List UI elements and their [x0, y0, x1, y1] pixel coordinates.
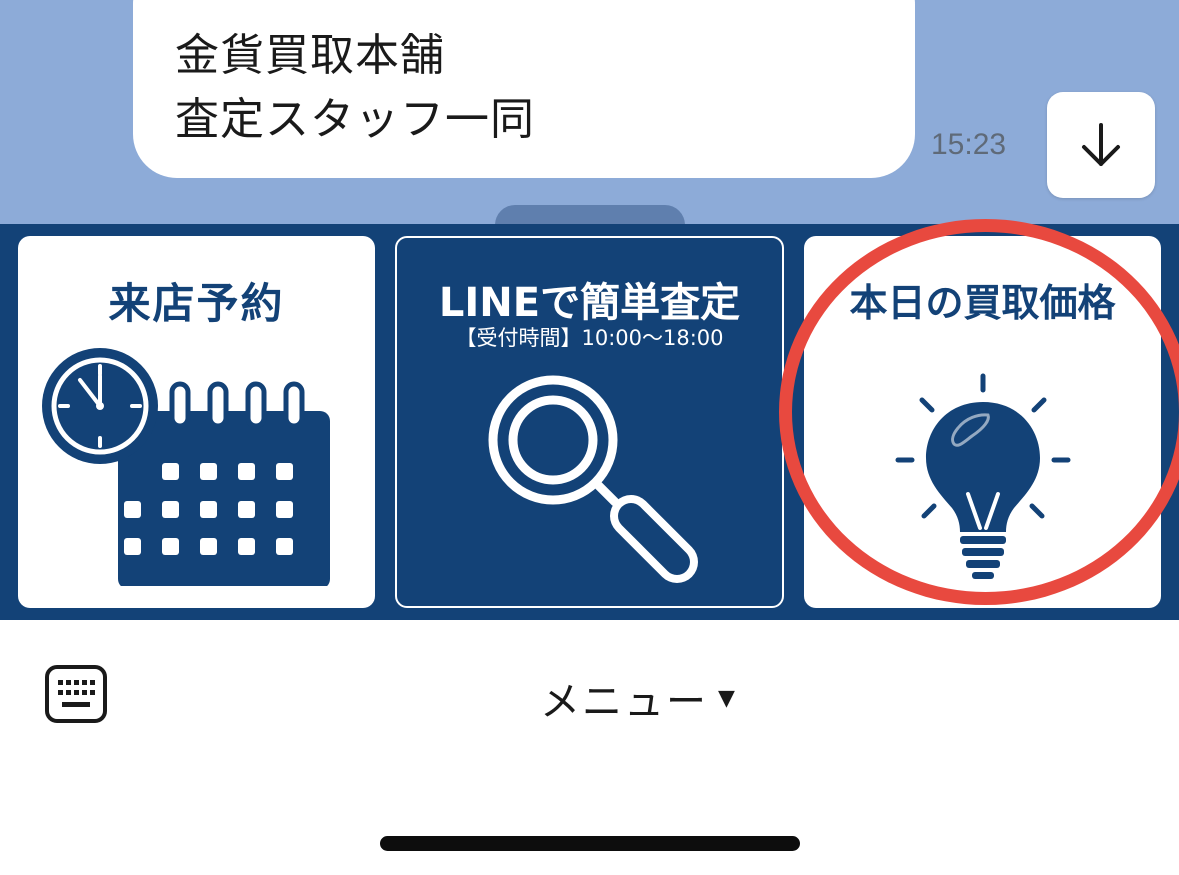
- todays-price-title: 本日の買取価格: [849, 281, 1116, 325]
- message-timestamp: 15:23: [931, 128, 1007, 161]
- arrow-down-icon: [1082, 123, 1120, 166]
- keyboard-icon: [45, 665, 107, 723]
- rich-menu: 来店予約 LINEで簡単査定 【受付時間】10:00〜18:00 本日の買取価格: [0, 224, 1179, 620]
- chat-area[interactable]: 金貨買取本舗 査定スタッフ一同 15:23: [0, 0, 1179, 224]
- rich-menu-handle[interactable]: [495, 205, 685, 224]
- menu-label: メニュー: [540, 679, 708, 725]
- store-reservation-title: 来店予約: [108, 279, 285, 328]
- line-appraisal-tile[interactable]: LINEで簡単査定 【受付時間】10:00〜18:00: [395, 236, 784, 608]
- caret-down-icon: ▼: [718, 685, 735, 711]
- scroll-to-bottom-button[interactable]: [1047, 92, 1155, 198]
- home-indicator[interactable]: [380, 836, 800, 851]
- store-reservation-tile[interactable]: 来店予約: [18, 236, 375, 608]
- magnifier-icon: [488, 375, 698, 583]
- lightbulb-icon: [895, 373, 1071, 579]
- todays-price-tile[interactable]: 本日の買取価格: [804, 236, 1161, 608]
- message-line-2: 査定スタッフ一同: [175, 94, 535, 145]
- reception-hours: 【受付時間】10:00〜18:00: [455, 326, 724, 350]
- menu-toggle-button[interactable]: メニュー ▼: [540, 668, 735, 728]
- calendar-clock-icon: [42, 348, 330, 586]
- message-line-1: 金貨買取本舗: [175, 30, 445, 81]
- keyboard-toggle-button[interactable]: [44, 664, 108, 724]
- line-appraisal-title: LINEで簡単査定: [438, 280, 741, 326]
- message-bubble[interactable]: 金貨買取本舗 査定スタッフ一同: [133, 0, 915, 178]
